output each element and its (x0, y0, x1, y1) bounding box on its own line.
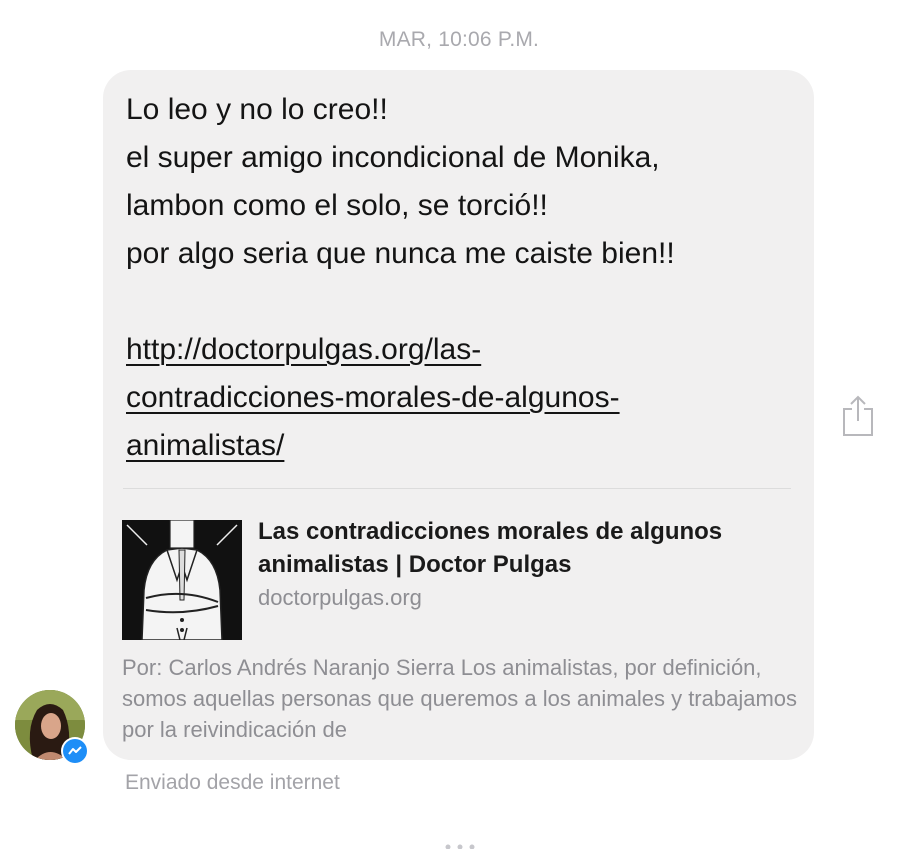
message-spacer (126, 278, 796, 326)
message-line: por algo seria que nunca me caiste bien!… (126, 237, 675, 270)
more-indicator (440, 836, 480, 850)
message-line: Lo leo y no lo creo!! (126, 93, 388, 126)
share-icon[interactable] (840, 393, 876, 437)
message-body: Lo leo y no lo creo!! el super amigo inc… (126, 86, 796, 470)
message-line: lambon como el solo, se torció!! (126, 189, 548, 222)
message-link[interactable]: http://doctorpulgas.org/las- (126, 326, 796, 374)
preview-divider (123, 488, 791, 489)
message-timestamp: MAR, 10:06 P.M. (378, 28, 540, 51)
preview-description: Por: Carlos Andrés Naranjo Sierra Los an… (122, 655, 798, 742)
preview-domain: doctorpulgas.org (258, 585, 422, 610)
illustration-thumbnail[interactable] (122, 520, 242, 640)
message-link[interactable]: contradicciones-morales-de-algunos- (126, 374, 796, 422)
message-line: el super amigo incondicional de Monika, (126, 141, 660, 174)
preview-title[interactable]: Las contradicciones morales de algunos a… (258, 515, 798, 581)
message-link[interactable]: animalistas/ (126, 422, 796, 470)
sent-from-label: Enviado desde internet (125, 771, 340, 794)
messenger-icon (61, 737, 89, 765)
message-bubble[interactable]: Lo leo y no lo creo!! el super amigo inc… (103, 70, 814, 760)
messenger-icon-bubble (63, 739, 87, 763)
